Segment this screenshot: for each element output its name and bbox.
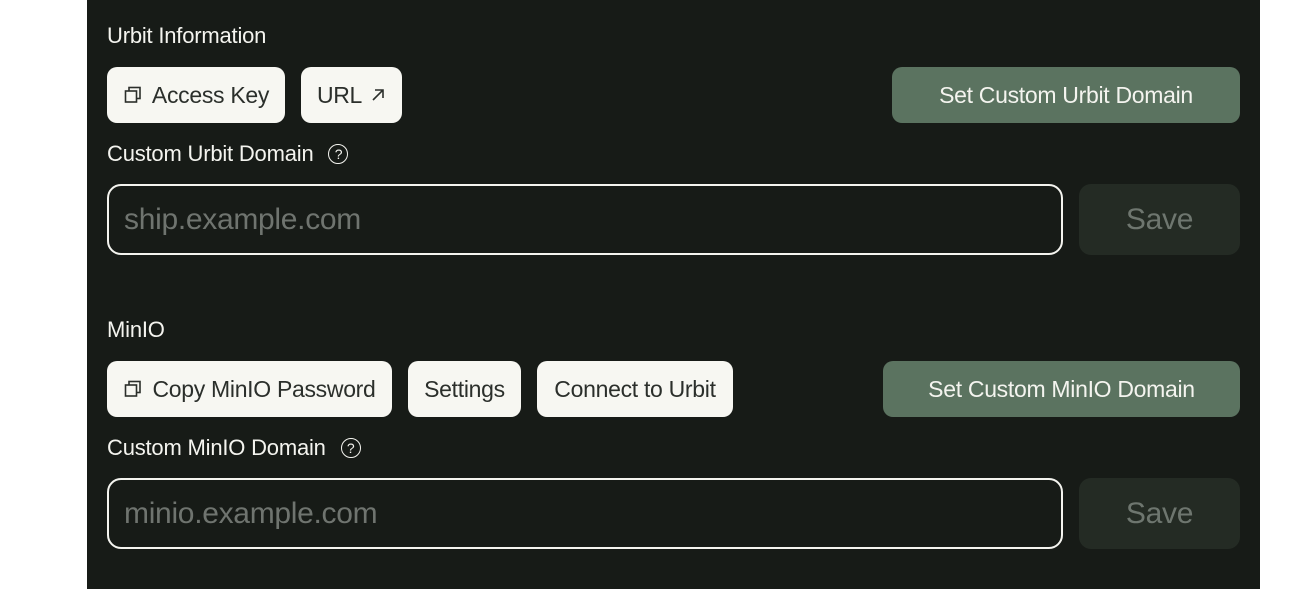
help-icon[interactable]: ? [328, 144, 349, 164]
access-key-label: Access Key [151, 81, 270, 108]
copy-icon [123, 379, 143, 399]
copy-minio-password-label: Copy MinIO Password [152, 375, 376, 402]
set-custom-minio-domain-button[interactable]: Set Custom MinIO Domain [883, 361, 1240, 417]
custom-urbit-domain-label: Custom Urbit Domain ? [107, 141, 349, 167]
arrow-up-right-icon [370, 87, 386, 103]
minio-settings-button[interactable]: Settings [408, 361, 521, 417]
custom-urbit-domain-input[interactable] [107, 184, 1063, 255]
url-button[interactable]: URL [301, 67, 402, 123]
settings-panel: Urbit Information Access Key URL Set Cus… [87, 0, 1260, 589]
minio-section-title: MinIO [107, 317, 165, 342]
minio-save-button[interactable]: Save [1079, 478, 1240, 549]
copy-icon [123, 85, 143, 105]
urbit-section-title: Urbit Information [107, 23, 267, 48]
custom-minio-domain-input[interactable] [107, 478, 1063, 549]
help-icon[interactable]: ? [340, 438, 361, 458]
urbit-save-button[interactable]: Save [1079, 184, 1240, 255]
custom-urbit-domain-text: Custom Urbit Domain [107, 141, 314, 166]
custom-minio-domain-label: Custom MinIO Domain ? [107, 435, 361, 461]
set-custom-urbit-domain-button[interactable]: Set Custom Urbit Domain [892, 67, 1240, 123]
access-key-button[interactable]: Access Key [107, 67, 285, 123]
copy-minio-password-button[interactable]: Copy MinIO Password [107, 361, 392, 417]
connect-to-urbit-button[interactable]: Connect to Urbit [537, 361, 733, 417]
custom-minio-domain-text: Custom MinIO Domain [107, 435, 326, 460]
url-label: URL [316, 81, 363, 108]
